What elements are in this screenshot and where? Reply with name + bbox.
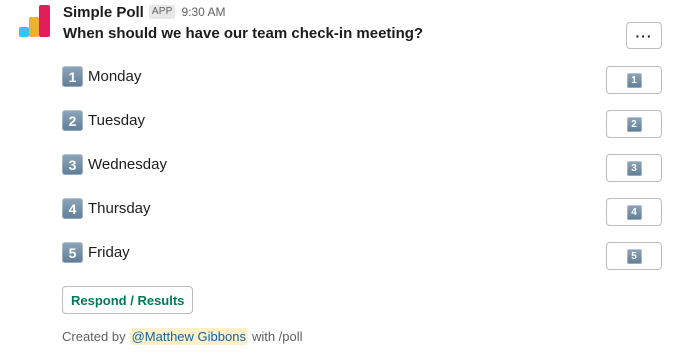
poll-option-row: 1 Monday 1 [62,63,662,107]
poll-footer: Created by @Matthew Gibbons with /poll [62,328,303,345]
option-text: Tuesday [88,112,145,129]
keycap-three-icon: 3 [626,160,642,176]
poll-option-row: 2 Tuesday 2 [62,107,662,151]
poll-option-row: 4 Thursday 4 [62,195,662,239]
vote-button-4[interactable]: 4 [606,198,662,226]
option-label: 3 Wednesday [62,154,167,175]
user-mention-link[interactable]: @Matthew Gibbons [129,328,248,345]
vote-button-2[interactable]: 2 [606,110,662,138]
keycap-two-icon: 2 [626,116,642,132]
option-text: Thursday [88,200,151,217]
keycap-two-icon: 2 [62,110,83,131]
option-text: Friday [88,244,130,261]
footer-prefix: Created by [62,329,126,344]
keycap-one-icon: 1 [62,66,83,87]
option-text: Wednesday [88,156,167,173]
option-label: 5 Friday [62,242,130,263]
more-actions-button[interactable]: ··· [626,22,662,49]
poll-question: When should we have our team check-in me… [63,25,424,42]
keycap-five-icon: 5 [62,242,83,263]
footer-suffix: with /poll [251,329,303,344]
option-label: 1 Monday [62,66,141,87]
keycap-five-icon: 5 [626,248,642,264]
keycap-four-icon: 4 [626,204,642,220]
app-logo-icon[interactable] [19,5,53,39]
timestamp[interactable]: 9:30 AM [181,5,225,19]
vote-button-5[interactable]: 5 [606,242,662,270]
app-badge: APP [148,5,176,19]
option-label: 2 Tuesday [62,110,145,131]
app-name[interactable]: Simple Poll [63,4,144,21]
poll-message: Simple Poll APP 9:30 AM When should we h… [0,0,688,354]
option-label: 4 Thursday [62,198,151,219]
keycap-three-icon: 3 [62,154,83,175]
keycap-four-icon: 4 [62,198,83,219]
vote-button-1[interactable]: 1 [606,66,662,94]
poll-option-row: 3 Wednesday 3 [62,151,662,195]
poll-options: 1 Monday 1 2 Tuesday 2 3 Wednesday 3 4 T… [62,63,662,283]
respond-results-button[interactable]: Respond / Results [62,286,194,314]
option-text: Monday [88,68,142,85]
poll-option-row: 5 Friday 5 [62,239,662,283]
vote-button-3[interactable]: 3 [606,154,662,182]
keycap-one-icon: 1 [626,72,642,88]
message-header: Simple Poll APP 9:30 AM [63,3,226,21]
